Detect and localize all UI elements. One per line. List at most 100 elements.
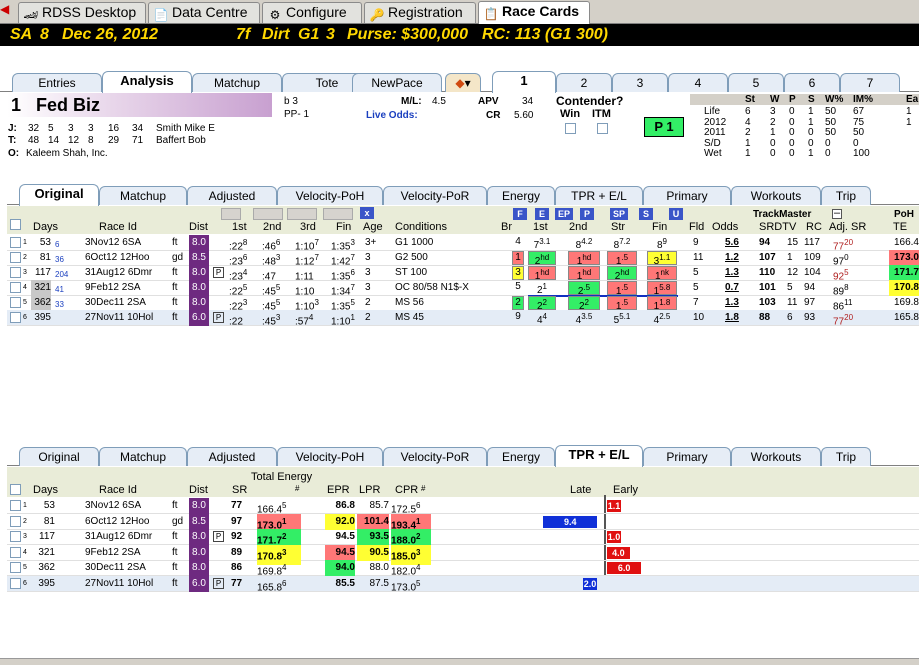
tab-analysis[interactable]: Analysis: [102, 71, 192, 93]
back-arrow-icon[interactable]: ◀: [0, 3, 14, 15]
row-checkbox[interactable]: [10, 562, 21, 573]
row-checkbox[interactable]: [10, 500, 21, 511]
pace-button-ep[interactable]: EP: [555, 208, 573, 220]
contender-itm-checkbox[interactable]: [597, 123, 608, 134]
pace-button-e[interactable]: E: [535, 208, 549, 220]
table-row[interactable]: 3 117 31Aug12 6Dmr ft 8.0 P 92 171.72 94.5 93.5 18…: [7, 529, 919, 550]
row-checkbox[interactable]: [10, 531, 21, 542]
table-row[interactable]: 3 117 204 31Aug12 6Dmr ft 8.0 P:234:47 1:11 1:35…: [7, 265, 919, 282]
horse-tab-3[interactable]: 3: [612, 73, 668, 92]
row-checkbox[interactable]: [10, 577, 21, 589]
sort-button[interactable]: [221, 208, 241, 220]
tab-matchup[interactable]: Matchup: [192, 73, 282, 92]
srdtv-dtv: 6: [787, 312, 793, 323]
srdtv-sr: 103: [759, 297, 776, 308]
row-checkbox[interactable]: [10, 546, 21, 558]
tab-workouts[interactable]: Workouts: [731, 447, 821, 466]
pace-button-s[interactable]: S: [639, 208, 653, 220]
contender-itm-label: ITM: [592, 108, 611, 120]
row-checkbox[interactable]: [10, 312, 21, 323]
tab-registration[interactable]: 🔑 Registration: [364, 2, 476, 23]
row-checkbox[interactable]: [10, 297, 21, 308]
epr: 94.5: [335, 531, 355, 542]
row-checkbox[interactable]: [10, 252, 21, 263]
tab-race-cards[interactable]: 📋 Race Cards: [478, 1, 590, 24]
table-row[interactable]: 1 53 6 3Nov12 6SA ft 8.0:228:466 1:107 1:353 3+ G…: [7, 235, 919, 252]
tab-trip[interactable]: Trip: [821, 447, 871, 466]
table-row[interactable]: 6 395 27Nov11 10Hol ft 6.0 P 77 165.86 85.5 87.5 1…: [7, 575, 919, 593]
select-all-checkbox[interactable]: [10, 219, 21, 230]
tab-newpace[interactable]: NewPace: [352, 73, 442, 92]
tab-velocity-por[interactable]: Velocity-PoR: [383, 447, 487, 466]
surface: gd: [172, 252, 184, 263]
horse-tab-6[interactable]: 6: [784, 73, 840, 92]
dist-badge: 8.0: [189, 280, 209, 296]
pos-fin: 1nk: [647, 266, 677, 282]
tab-tpr-e-l[interactable]: TPR + E/L: [555, 445, 643, 467]
te-cell: 169.8: [893, 297, 919, 308]
days-cell: 117: [35, 267, 51, 278]
field-size: 7: [693, 297, 699, 308]
sort-button[interactable]: [323, 208, 353, 220]
tab-tpr-e-l[interactable]: TPR + E/L: [555, 186, 643, 205]
table-row[interactable]: 5 362 33 30Dec11 2SA ft 8.0:223:455 1:103 1:355…: [7, 295, 919, 312]
tab-adjusted[interactable]: Adjusted: [187, 447, 277, 466]
tab-energy[interactable]: Energy: [487, 186, 555, 205]
table-row[interactable]: 4 321 9Feb12 2SA ft 8.0 89 170.83 94.5 90.5 185.0…: [7, 544, 919, 565]
horse-tab-7[interactable]: 7: [840, 73, 900, 92]
lpr: 85.7: [369, 500, 389, 511]
tab-adjusted[interactable]: Adjusted: [187, 186, 277, 205]
tab-configure[interactable]: ⚙ Configure: [262, 2, 362, 23]
tab-velocity-por[interactable]: Velocity-PoR: [383, 186, 487, 205]
horse-tab-4[interactable]: 4: [668, 73, 728, 92]
tab-velocity-poh[interactable]: Velocity-PoH: [277, 447, 383, 466]
pace-toggle-icon[interactable]: ◆▾: [445, 73, 481, 92]
table-row[interactable]: 2 81 36 6Oct12 12Hoo gd 8.5:236:483 1:127 1:427…: [7, 250, 919, 267]
tab-original[interactable]: Original: [19, 184, 99, 206]
table-row[interactable]: 1 53 3Nov12 6SA ft 8.0 77 166.45 86.8 85.7 172.56…: [7, 498, 919, 515]
table-row[interactable]: 4 321 41 9Feb12 2SA ft 8.0:225:455 1:10 1:347 3 O…: [7, 280, 919, 297]
cell-sup: 8: [844, 283, 849, 292]
surface: ft: [172, 282, 178, 293]
tab-trip[interactable]: Trip: [821, 186, 871, 205]
tab-energy[interactable]: Energy: [487, 447, 555, 466]
contender-win-checkbox[interactable]: [565, 123, 576, 134]
pos-fin: 11.8: [647, 296, 677, 312]
row-checkbox[interactable]: [10, 267, 21, 278]
surface: ft: [172, 500, 178, 511]
days-cell: 81: [39, 252, 51, 263]
tab-matchup[interactable]: Matchup: [99, 186, 187, 205]
tab-matchup[interactable]: Matchup: [99, 447, 187, 466]
tab-rdss-desktop[interactable]: 🏎 RDSS Desktop: [18, 2, 146, 23]
horse-tab-5[interactable]: 5: [728, 73, 784, 92]
status-bar: [0, 658, 919, 665]
race-id: 30Dec11 2SA: [85, 297, 146, 308]
close-icon[interactable]: x: [360, 207, 374, 219]
table-row[interactable]: 6 395 27Nov11 10Hol ft 6.0 P:22:453:574 1:101 2…: [7, 310, 919, 327]
tab-original[interactable]: Original: [19, 447, 99, 466]
tab-primary[interactable]: Primary: [643, 186, 731, 205]
row-checkbox[interactable]: [10, 515, 21, 527]
horse-tab-2[interactable]: 2: [556, 73, 612, 92]
tab-entries[interactable]: Entries: [12, 73, 102, 92]
race-id: 6Oct12 12Hoo: [85, 515, 150, 527]
table-row[interactable]: 5 362 30Dec11 2SA ft 8.0 86 169.84 94.0 88.0 182.…: [7, 560, 919, 577]
horse-tab-1[interactable]: 1: [492, 71, 556, 93]
te-cell: 170.8: [889, 280, 919, 296]
pace-button-p[interactable]: P: [580, 208, 594, 220]
collapse-icon[interactable]: –: [832, 208, 842, 219]
select-all-checkbox[interactable]: [10, 484, 21, 495]
pace-button-u[interactable]: U: [669, 208, 683, 220]
tab-workouts[interactable]: Workouts: [731, 186, 821, 205]
tab-primary[interactable]: Primary: [643, 447, 731, 466]
sort-button[interactable]: [287, 208, 317, 220]
pace-button-sp[interactable]: SP: [610, 208, 628, 220]
tab-data-centre[interactable]: 📄 Data Centre: [148, 2, 260, 23]
row-checkbox[interactable]: [10, 282, 21, 293]
row-checkbox[interactable]: [10, 237, 21, 248]
pace-button-f[interactable]: F: [513, 208, 527, 220]
sort-button[interactable]: [253, 208, 283, 220]
tab-velocity-poh[interactable]: Velocity-PoH: [277, 186, 383, 205]
dist-badge: 8.0: [189, 235, 209, 251]
table-row[interactable]: 2 81 6Oct12 12Hoo gd 8.5 97 173.01 92.0 101.4 193…: [7, 513, 919, 534]
